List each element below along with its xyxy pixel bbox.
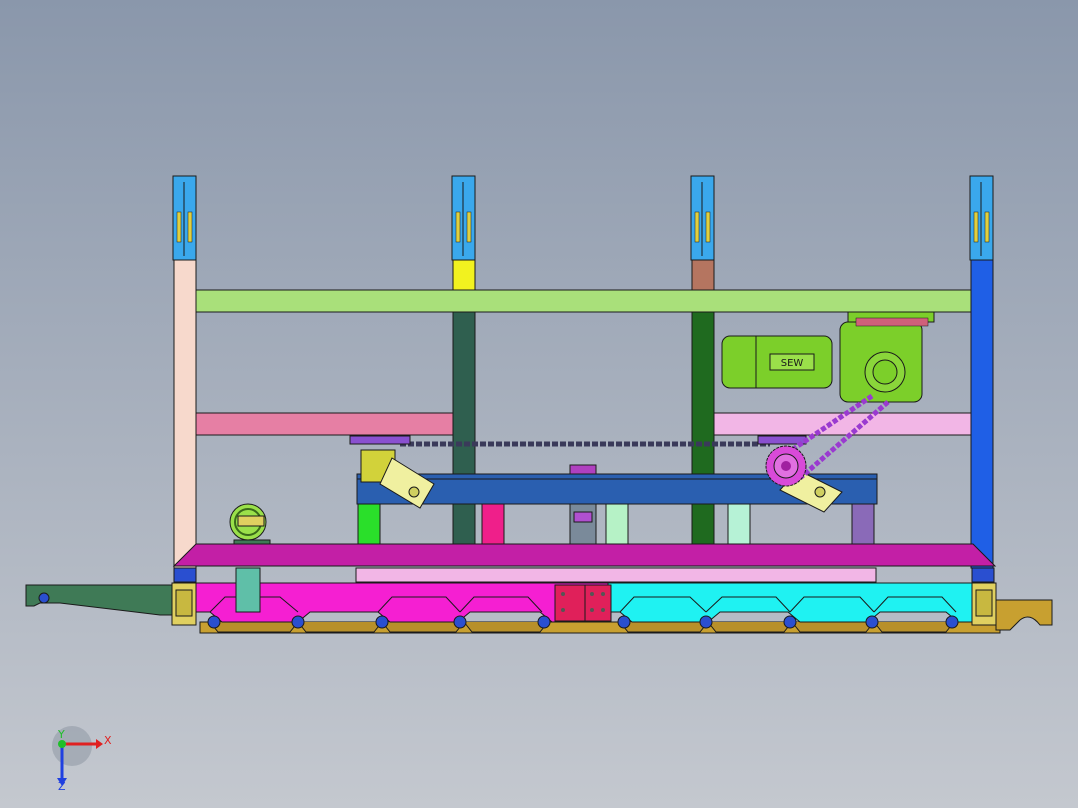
post-cap-mid-1 (451, 175, 476, 261)
support-green (357, 503, 381, 545)
support-magenta (481, 503, 505, 545)
end-bracket-left (171, 582, 197, 626)
end-cap-right (971, 567, 995, 583)
post-cap-left (172, 175, 197, 261)
x-axis-label: X (104, 734, 112, 747)
rail-end-bracket (995, 599, 1053, 631)
arm-end-wheel (38, 592, 50, 604)
gear-motor: SEW (721, 311, 935, 403)
foot-pad-left (235, 567, 261, 613)
base-plate-edge (355, 567, 877, 583)
center-joint-right (584, 584, 612, 622)
support-purple (851, 503, 875, 545)
frame-assembly-drawing: SEW X Y Z (25, 175, 1053, 793)
axis-triad: X Y Z (52, 726, 112, 793)
support-lightgreen (605, 503, 629, 545)
post-right (970, 257, 994, 569)
center-joint-left (554, 584, 586, 622)
post-cap-right (969, 175, 994, 261)
center-hanger (569, 503, 597, 545)
beam-clip (569, 464, 597, 475)
z-axis-label: Z (58, 780, 66, 793)
post-cap-mid-2 (690, 175, 715, 261)
base-plate (172, 543, 997, 567)
post-left (173, 257, 197, 569)
top-beam (195, 289, 972, 313)
cad-viewport[interactable]: SEW X Y Z (0, 0, 1078, 808)
mid-beam-left (195, 412, 454, 436)
motor-brand-label: SEW (781, 358, 804, 369)
bearing-top-plate-left (349, 435, 411, 445)
handwheel (229, 503, 271, 545)
end-bracket-right (971, 582, 997, 626)
support-mint (727, 503, 751, 545)
drive-sprocket (765, 445, 807, 487)
end-cap-left (173, 567, 197, 583)
y-axis-marker (58, 740, 66, 748)
y-axis-label: Y (57, 728, 65, 741)
